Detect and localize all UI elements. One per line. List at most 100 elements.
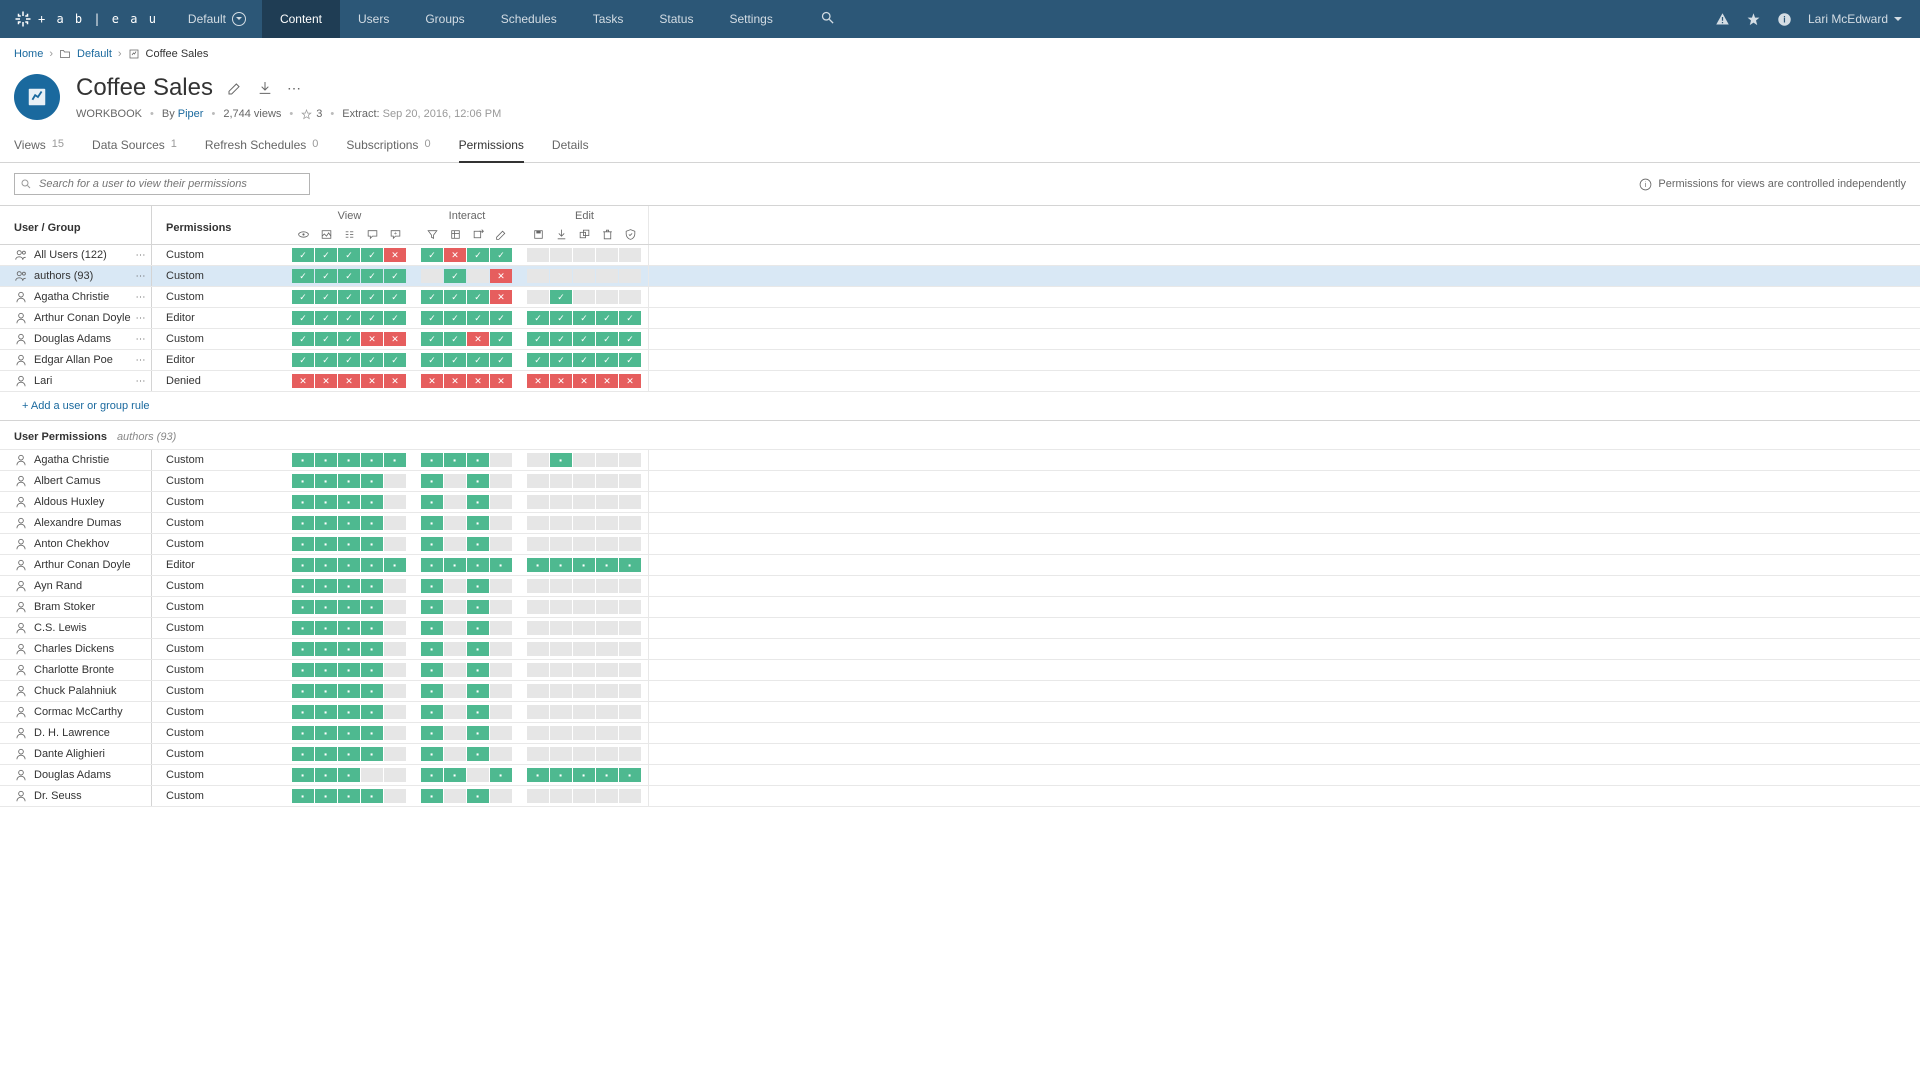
- capability-cell[interactable]: [527, 537, 549, 551]
- capability-cell[interactable]: [315, 621, 337, 635]
- capability-cell[interactable]: [550, 579, 572, 593]
- capability-cell[interactable]: [292, 600, 314, 614]
- capability-cell[interactable]: [467, 453, 489, 467]
- capability-cell[interactable]: [467, 290, 489, 304]
- capability-cell[interactable]: [361, 248, 383, 262]
- capability-cell[interactable]: [619, 311, 641, 325]
- user-permission-row[interactable]: Charlotte BronteCustom: [0, 660, 1920, 681]
- capability-cell[interactable]: [292, 663, 314, 677]
- user-permission-row[interactable]: Dr. SeussCustom: [0, 786, 1920, 807]
- capability-cell[interactable]: [361, 600, 383, 614]
- user-permission-row[interactable]: D. H. LawrenceCustom: [0, 723, 1920, 744]
- capability-cell[interactable]: [619, 600, 641, 614]
- capability-cell[interactable]: [421, 705, 443, 719]
- edit-name-button[interactable]: [227, 80, 243, 96]
- user-permission-row[interactable]: Anton ChekhovCustom: [0, 534, 1920, 555]
- capability-cell[interactable]: [315, 579, 337, 593]
- capability-cell[interactable]: [490, 248, 512, 262]
- capability-cell[interactable]: [444, 269, 466, 283]
- capability-cell[interactable]: [361, 516, 383, 530]
- capability-cell[interactable]: [292, 747, 314, 761]
- capability-cell[interactable]: [619, 621, 641, 635]
- capability-cell[interactable]: [596, 516, 618, 530]
- capability-cell[interactable]: [596, 353, 618, 367]
- capability-cell[interactable]: [384, 269, 406, 283]
- capability-cell[interactable]: [384, 705, 406, 719]
- capability-cell[interactable]: [527, 311, 549, 325]
- tableau-logo[interactable]: + a b | e a u: [0, 10, 172, 28]
- capability-cell[interactable]: [421, 453, 443, 467]
- capability-cell[interactable]: [444, 453, 466, 467]
- nav-item-status[interactable]: Status: [641, 0, 711, 38]
- capability-cell[interactable]: [467, 374, 489, 388]
- capability-cell[interactable]: [490, 789, 512, 803]
- capability-cell[interactable]: [467, 311, 489, 325]
- capability-cell[interactable]: [490, 747, 512, 761]
- permission-rule-row[interactable]: Agatha Christie⋯Custom: [0, 287, 1920, 308]
- user-permission-row[interactable]: C.S. LewisCustom: [0, 618, 1920, 639]
- capability-cell[interactable]: [619, 290, 641, 304]
- capability-cell[interactable]: [550, 558, 572, 572]
- capability-cell[interactable]: [596, 311, 618, 325]
- capability-cell[interactable]: [361, 374, 383, 388]
- capability-cell[interactable]: [384, 663, 406, 677]
- rule-menu-button[interactable]: ⋯: [131, 271, 151, 282]
- capability-cell[interactable]: [596, 453, 618, 467]
- capability-cell[interactable]: [444, 600, 466, 614]
- info-icon[interactable]: i: [1777, 12, 1792, 27]
- capability-cell[interactable]: [315, 290, 337, 304]
- capability-cell[interactable]: [384, 768, 406, 782]
- capability-cell[interactable]: [421, 332, 443, 346]
- capability-cell[interactable]: [421, 726, 443, 740]
- capability-cell[interactable]: [421, 789, 443, 803]
- capability-cell[interactable]: [573, 684, 595, 698]
- user-permission-row[interactable]: Albert CamusCustom: [0, 471, 1920, 492]
- capability-cell[interactable]: [292, 353, 314, 367]
- capability-cell[interactable]: [573, 332, 595, 346]
- capability-cell[interactable]: [527, 374, 549, 388]
- capability-cell[interactable]: [338, 269, 360, 283]
- capability-cell[interactable]: [619, 558, 641, 572]
- capability-cell[interactable]: [490, 663, 512, 677]
- capability-cell[interactable]: [490, 537, 512, 551]
- capability-cell[interactable]: [490, 558, 512, 572]
- capability-cell[interactable]: [384, 537, 406, 551]
- capability-cell[interactable]: [315, 600, 337, 614]
- capability-cell[interactable]: [573, 663, 595, 677]
- capability-cell[interactable]: [444, 516, 466, 530]
- capability-cell[interactable]: [467, 789, 489, 803]
- capability-cell[interactable]: [315, 374, 337, 388]
- capability-cell[interactable]: [573, 311, 595, 325]
- capability-cell[interactable]: [619, 269, 641, 283]
- user-permission-row[interactable]: Douglas AdamsCustom: [0, 765, 1920, 786]
- capability-cell[interactable]: [338, 705, 360, 719]
- rule-menu-button[interactable]: ⋯: [131, 292, 151, 303]
- capability-cell[interactable]: [467, 600, 489, 614]
- capability-cell[interactable]: [467, 621, 489, 635]
- user-permission-row[interactable]: Aldous HuxleyCustom: [0, 492, 1920, 513]
- rule-menu-button[interactable]: ⋯: [131, 313, 151, 324]
- capability-cell[interactable]: [573, 537, 595, 551]
- capability-cell[interactable]: [292, 248, 314, 262]
- capability-cell[interactable]: [292, 558, 314, 572]
- capability-cell[interactable]: [338, 747, 360, 761]
- capability-cell[interactable]: [527, 768, 549, 782]
- capability-cell[interactable]: [315, 684, 337, 698]
- capability-cell[interactable]: [619, 663, 641, 677]
- capability-cell[interactable]: [292, 642, 314, 656]
- capability-cell[interactable]: [596, 474, 618, 488]
- capability-cell[interactable]: [421, 516, 443, 530]
- capability-cell[interactable]: [619, 332, 641, 346]
- capability-cell[interactable]: [338, 248, 360, 262]
- capability-cell[interactable]: [338, 474, 360, 488]
- capability-cell[interactable]: [292, 684, 314, 698]
- capability-cell[interactable]: [573, 600, 595, 614]
- capability-cell[interactable]: [292, 269, 314, 283]
- capability-cell[interactable]: [490, 684, 512, 698]
- capability-cell[interactable]: [467, 269, 489, 283]
- capability-cell[interactable]: [596, 726, 618, 740]
- capability-cell[interactable]: [338, 726, 360, 740]
- capability-cell[interactable]: [384, 726, 406, 740]
- star-icon[interactable]: [1746, 12, 1761, 27]
- capability-cell[interactable]: [550, 516, 572, 530]
